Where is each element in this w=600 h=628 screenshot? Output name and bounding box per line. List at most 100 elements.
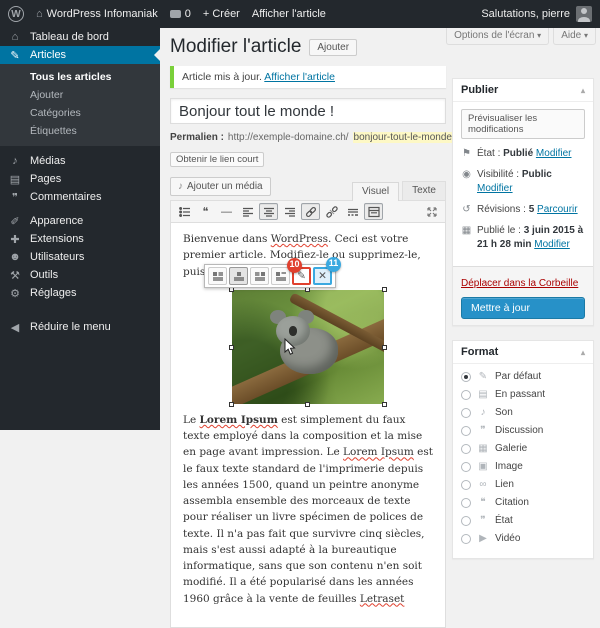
format-option-en-passant[interactable]: ▤En passant xyxy=(461,389,585,400)
format-option-état[interactable]: ❞État xyxy=(461,515,585,526)
submenu-item-catégories[interactable]: Catégories xyxy=(0,104,160,122)
sidebar-item-articles[interactable]: ✎Articles xyxy=(0,46,160,64)
preview-changes-button[interactable]: Prévisualiser les modifications xyxy=(461,109,585,139)
submenu-item-tous-les-articles[interactable]: Tous les articles xyxy=(0,68,160,86)
image-remove-button[interactable]: ✕11 xyxy=(313,267,332,285)
account-greeting[interactable]: Salutations, pierre xyxy=(481,8,570,20)
format-link-icon: ∞ xyxy=(477,479,489,490)
distraction-free-button[interactable] xyxy=(422,203,441,220)
radio-button[interactable] xyxy=(461,516,471,526)
tab-text[interactable]: Texte xyxy=(402,181,446,200)
sidebar-item-extensions[interactable]: ✚Extensions xyxy=(0,230,160,248)
collapse-icon: ◀ xyxy=(8,321,22,334)
align-right-button[interactable] xyxy=(280,203,299,220)
format-panel-header[interactable]: Format ▴ xyxy=(453,341,593,364)
sidebar-item-outils[interactable]: ⚒Outils xyxy=(0,266,160,284)
radio-button[interactable] xyxy=(461,444,471,454)
add-new-button[interactable]: Ajouter xyxy=(309,39,357,56)
wordpress-logo-icon[interactable]: W xyxy=(8,6,24,22)
view-post-link[interactable]: Afficher l'article xyxy=(264,71,335,83)
parcourir-link[interactable]: Parcourir xyxy=(537,204,578,215)
modifier-link[interactable]: Modifier xyxy=(536,148,572,159)
submenu-item-étiquettes[interactable]: Étiquettes xyxy=(0,122,160,140)
bulleted-list-button[interactable] xyxy=(175,203,194,220)
sidebar-item-apparence[interactable]: ✐Apparence xyxy=(0,212,160,230)
new-content-button[interactable]: + Créer xyxy=(203,8,240,20)
align-left-button[interactable] xyxy=(238,203,257,220)
resize-handle[interactable] xyxy=(305,402,310,407)
radio-button[interactable] xyxy=(461,372,471,382)
sidebar-item-tableau-de-bord[interactable]: ⌂Tableau de bord xyxy=(0,28,160,46)
unlink-button[interactable] xyxy=(322,203,341,220)
selected-image-block[interactable]: ✎10✕11 xyxy=(232,290,384,404)
koala-image[interactable] xyxy=(232,290,384,404)
image-align-right-button[interactable] xyxy=(250,267,269,285)
screen-options-button[interactable]: Options de l'écran ▾ xyxy=(446,28,549,45)
update-button[interactable]: Mettre à jour xyxy=(461,297,585,319)
image-align-none-button[interactable] xyxy=(271,267,290,285)
sidebar-item-m-dias[interactable]: ♪Médias xyxy=(0,152,160,170)
format-option-galerie[interactable]: ▦Galerie xyxy=(461,443,585,454)
visibility-eye-icon: ◉ xyxy=(461,168,472,182)
comments-shortcut[interactable]: 0 xyxy=(170,8,191,20)
align-center-button[interactable] xyxy=(259,203,278,220)
collapse-panel-icon[interactable]: ▴ xyxy=(581,86,585,95)
more-tag-button[interactable] xyxy=(343,203,362,220)
tab-visual[interactable]: Visuel xyxy=(352,182,399,201)
format-image-icon: ▣ xyxy=(477,461,489,472)
get-shortlink-button[interactable]: Obtenir le lien court xyxy=(170,152,264,167)
sidebar-item-commentaires[interactable]: ❞Commentaires xyxy=(0,188,160,206)
format-option-vidéo[interactable]: ▶Vidéo xyxy=(461,533,585,544)
format-option-discussion[interactable]: ❞Discussion xyxy=(461,425,585,436)
radio-button[interactable] xyxy=(461,390,471,400)
radio-button[interactable] xyxy=(461,480,471,490)
submenu-item-ajouter[interactable]: Ajouter xyxy=(0,86,160,104)
blockquote-button[interactable]: ❝ xyxy=(196,203,215,220)
resize-handle[interactable] xyxy=(229,402,234,407)
move-to-trash-link[interactable]: Déplacer dans la Corbeille xyxy=(461,278,578,289)
editor-content[interactable]: Bienvenue dans WordPress. Ceci est votre… xyxy=(171,223,445,627)
add-media-button[interactable]: ♪ Ajouter un média xyxy=(170,177,271,196)
sidebar-item-pages[interactable]: ▤Pages xyxy=(0,170,160,188)
radio-button[interactable] xyxy=(461,498,471,508)
hr-button[interactable]: — xyxy=(217,203,236,220)
format-option-lien[interactable]: ∞Lien xyxy=(461,479,585,490)
sidebar-item-label: Utilisateurs xyxy=(30,251,84,263)
image-align-center-button[interactable] xyxy=(229,267,248,285)
image-edit-button[interactable]: ✎10 xyxy=(292,267,311,285)
link-button[interactable] xyxy=(301,203,320,220)
collapse-menu-label: Réduire le menu xyxy=(30,321,111,333)
radio-button[interactable] xyxy=(461,408,471,418)
post-title-input[interactable] xyxy=(170,98,446,124)
permalink-base: http://exemple-domaine.ch/ xyxy=(228,132,349,143)
radio-button[interactable] xyxy=(461,426,471,436)
collapse-menu-button[interactable]: ◀ Réduire le menu xyxy=(0,318,160,336)
paragraph[interactable]: Le Lorem Ipsum est simplement du faux te… xyxy=(183,412,433,607)
sidebar-item-utilisateurs[interactable]: ☻Utilisateurs xyxy=(0,248,160,266)
resize-handle[interactable] xyxy=(382,402,387,407)
resize-handle[interactable] xyxy=(382,287,387,292)
sidebar-item-label: Tableau de bord xyxy=(30,31,109,43)
format-option-son[interactable]: ♪Son xyxy=(461,407,585,418)
modifier-link[interactable]: Modifier xyxy=(477,183,513,194)
resize-handle[interactable] xyxy=(229,345,234,350)
spellcheck-flagged-text: Lorem Ipsum xyxy=(343,446,414,458)
resize-handle[interactable] xyxy=(382,345,387,350)
text-segment: Le xyxy=(183,414,200,426)
site-menu[interactable]: ⌂ WordPress Infomaniak xyxy=(36,8,158,20)
radio-button[interactable] xyxy=(461,534,471,544)
toolbar-toggle-button[interactable] xyxy=(364,203,383,220)
modifier-link[interactable]: Modifier xyxy=(534,239,570,250)
avatar[interactable] xyxy=(576,6,592,22)
format-option-citation[interactable]: ❝Citation xyxy=(461,497,585,508)
view-post-shortcut[interactable]: Afficher l'article xyxy=(252,8,326,20)
sidebar-item-r-glages[interactable]: ⚙Réglages xyxy=(0,284,160,302)
publish-panel-header[interactable]: Publier ▴ xyxy=(453,79,593,102)
format-option-par-défaut[interactable]: ✎Par défaut xyxy=(461,371,585,382)
image-align-left-button[interactable] xyxy=(208,267,227,285)
help-button[interactable]: Aide ▾ xyxy=(553,28,596,45)
radio-button[interactable] xyxy=(461,462,471,472)
collapse-panel-icon[interactable]: ▴ xyxy=(581,348,585,357)
format-option-image[interactable]: ▣Image xyxy=(461,461,585,472)
permalink-slug[interactable]: bonjour-tout-le-monde/ xyxy=(353,132,456,143)
